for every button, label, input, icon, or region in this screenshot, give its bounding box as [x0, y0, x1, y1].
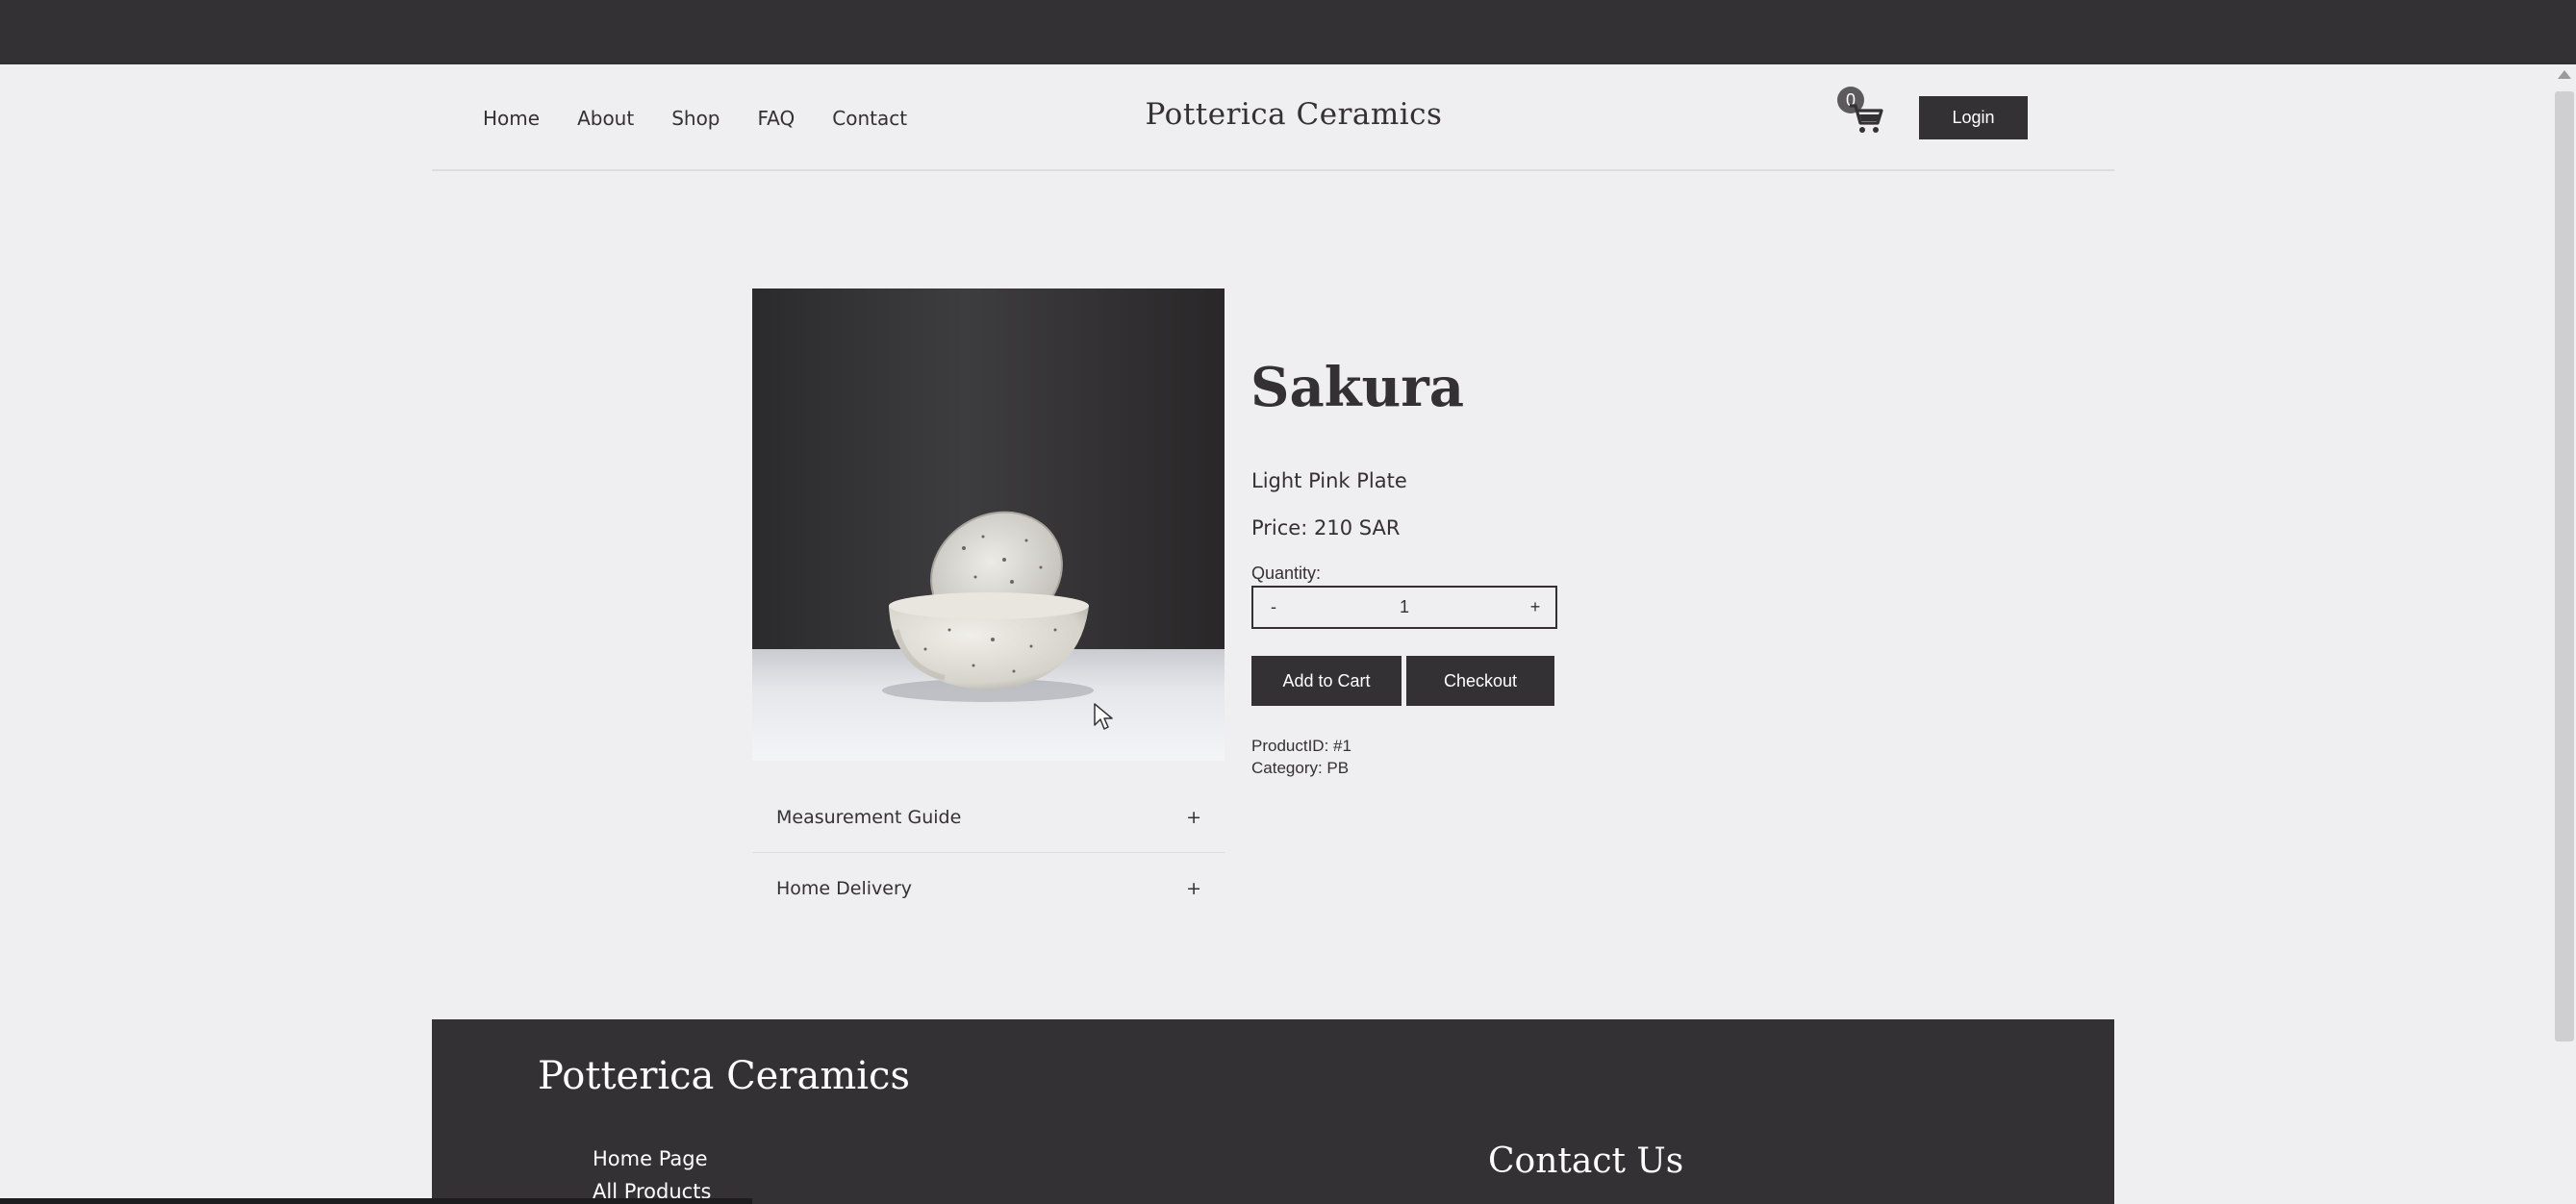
accordion-home-delivery[interactable]: Home Delivery + — [752, 853, 1225, 924]
nav-shop-link[interactable]: Shop — [671, 107, 720, 130]
footer-links: Home Page All Products — [593, 1142, 711, 1204]
add-to-cart-button[interactable]: Add to Cart — [1251, 656, 1402, 706]
quantity-label: Quantity: — [1251, 564, 1322, 583]
product-image — [752, 288, 1225, 761]
product-price: Price: 210 SAR — [1251, 516, 1401, 539]
site-footer: Potterica Ceramics Home Page All Product… — [432, 1019, 2114, 1204]
plus-icon[interactable]: + — [1186, 807, 1201, 828]
product-meta: ProductID: #1 Category: PB — [1251, 735, 1351, 779]
footer-logo[interactable]: Potterica Ceramics — [538, 1054, 910, 1098]
main-nav: Home About Shop FAQ Contact — [483, 104, 907, 133]
product-title: Sakura — [1250, 356, 1465, 419]
bottom-edge-bar — [0, 1198, 752, 1204]
quantity-decrease-button[interactable]: - — [1253, 588, 1294, 627]
scrollbar-thumb[interactable] — [2555, 91, 2574, 1041]
nav-home-link[interactable]: Home — [483, 107, 540, 130]
nav-contact-link[interactable]: Contact — [832, 107, 907, 130]
header-divider — [432, 169, 2114, 171]
footer-link-home[interactable]: Home Page — [593, 1142, 711, 1175]
cart-button[interactable]: 0 — [1837, 87, 1885, 140]
product-id: ProductID: #1 — [1251, 737, 1351, 755]
plus-icon[interactable]: + — [1186, 878, 1201, 899]
checkout-button[interactable]: Checkout — [1406, 656, 1554, 706]
product-accordion: Measurement Guide + Home Delivery + — [752, 782, 1225, 924]
login-button[interactable]: Login — [1919, 96, 2028, 139]
quantity-stepper: - 1 + — [1251, 586, 1557, 629]
accordion-label: Measurement Guide — [776, 806, 962, 828]
accordion-measurement-guide[interactable]: Measurement Guide + — [752, 782, 1225, 853]
quantity-increase-button[interactable]: + — [1515, 588, 1555, 627]
nav-faq-link[interactable]: FAQ — [758, 107, 796, 130]
site-logo[interactable]: Potterica Ceramics — [1145, 97, 1443, 132]
footer-contact-heading: Contact Us — [1488, 1141, 1684, 1181]
product-category: Category: PB — [1251, 759, 1350, 777]
quantity-input[interactable]: 1 — [1294, 597, 1515, 617]
scroll-up-icon[interactable] — [2558, 70, 2571, 79]
product-subtitle: Light Pink Plate — [1251, 469, 1407, 492]
browser-top-bar — [0, 0, 2576, 64]
nav-about-link[interactable]: About — [577, 107, 634, 130]
accordion-label: Home Delivery — [776, 878, 913, 899]
cart-icon — [1850, 104, 1883, 133]
mouse-cursor-icon — [1094, 703, 1113, 730]
